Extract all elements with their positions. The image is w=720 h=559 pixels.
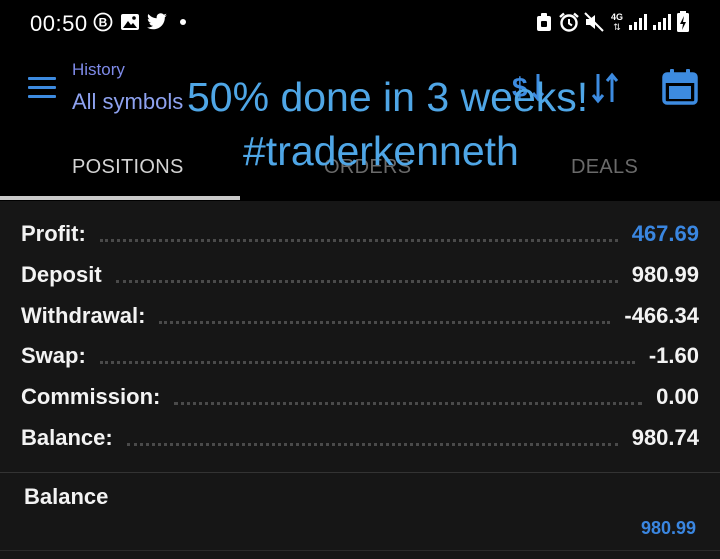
divider xyxy=(0,550,720,551)
status-time: 00:50 xyxy=(30,11,88,36)
leader-dots xyxy=(99,360,635,364)
dot-icon xyxy=(178,12,188,32)
swap-value: -1.60 xyxy=(648,343,699,368)
lock-icon xyxy=(536,12,552,32)
withdrawal-value: -466.34 xyxy=(624,303,699,328)
profit-label: Profit: xyxy=(21,221,86,246)
divider xyxy=(0,472,720,473)
signal-icon xyxy=(652,12,674,32)
leader-dots xyxy=(159,320,611,324)
balance-entry-title: Balance xyxy=(24,484,109,509)
leader-dots xyxy=(126,442,618,446)
summary-row-deposit: Deposit 980.99 xyxy=(21,257,699,293)
sort-arrows-icon[interactable] xyxy=(588,70,624,106)
header-title[interactable]: All symbols xyxy=(72,89,183,115)
tab-positions[interactable]: POSITIONS xyxy=(72,156,184,179)
battery-icon xyxy=(676,11,690,32)
dollar-sort-icon[interactable]: $ xyxy=(508,70,548,106)
svg-text:$: $ xyxy=(512,72,528,103)
commission-value: 0.00 xyxy=(656,384,699,409)
summary-row-withdrawal: Withdrawal: -466.34 xyxy=(21,298,699,334)
calendar-icon[interactable] xyxy=(661,68,699,106)
hamburger-menu-icon[interactable] xyxy=(28,77,56,101)
header-subtitle: History xyxy=(72,60,125,79)
twitter-bird-icon xyxy=(146,12,168,32)
image-icon xyxy=(120,12,140,32)
leader-dots xyxy=(174,401,643,405)
summary-row-profit: Profit: 467.69 xyxy=(21,216,699,252)
status-bar: 00:50 B 4G ⇅ xyxy=(0,0,720,46)
commission-label: Commission: xyxy=(21,384,161,409)
signal-icon xyxy=(628,12,650,32)
leader-dots xyxy=(99,238,618,242)
swap-label: Swap: xyxy=(21,343,86,368)
b-circle-icon: B xyxy=(93,12,113,32)
mute-icon xyxy=(584,12,604,32)
active-tab-indicator xyxy=(0,196,240,200)
balance-label: Balance: xyxy=(21,425,113,450)
leader-dots xyxy=(115,279,618,283)
balance-entry-value: 980.99 xyxy=(640,518,696,538)
balance-value: 980.74 xyxy=(631,425,699,450)
network-4g-icon: 4G ⇅ xyxy=(610,11,623,32)
deposit-label: Deposit xyxy=(21,262,102,287)
withdrawal-label: Withdrawal: xyxy=(21,303,146,328)
network-label: 4G xyxy=(610,11,623,22)
summary-row-commission: Commission: 0.00 xyxy=(21,379,699,415)
app-header: History All symbols $ POSITIONS ORDERS D… xyxy=(0,46,720,200)
summary-row-balance: Balance: 980.74 xyxy=(21,420,699,456)
svg-text:B: B xyxy=(99,16,108,30)
profit-value: 467.69 xyxy=(631,221,699,246)
tab-orders[interactable]: ORDERS xyxy=(324,156,411,179)
alarm-icon xyxy=(558,12,580,32)
summary-row-swap: Swap: -1.60 xyxy=(21,338,699,374)
deposit-value: 980.99 xyxy=(631,262,699,287)
tab-deals[interactable]: DEALS xyxy=(571,156,638,179)
